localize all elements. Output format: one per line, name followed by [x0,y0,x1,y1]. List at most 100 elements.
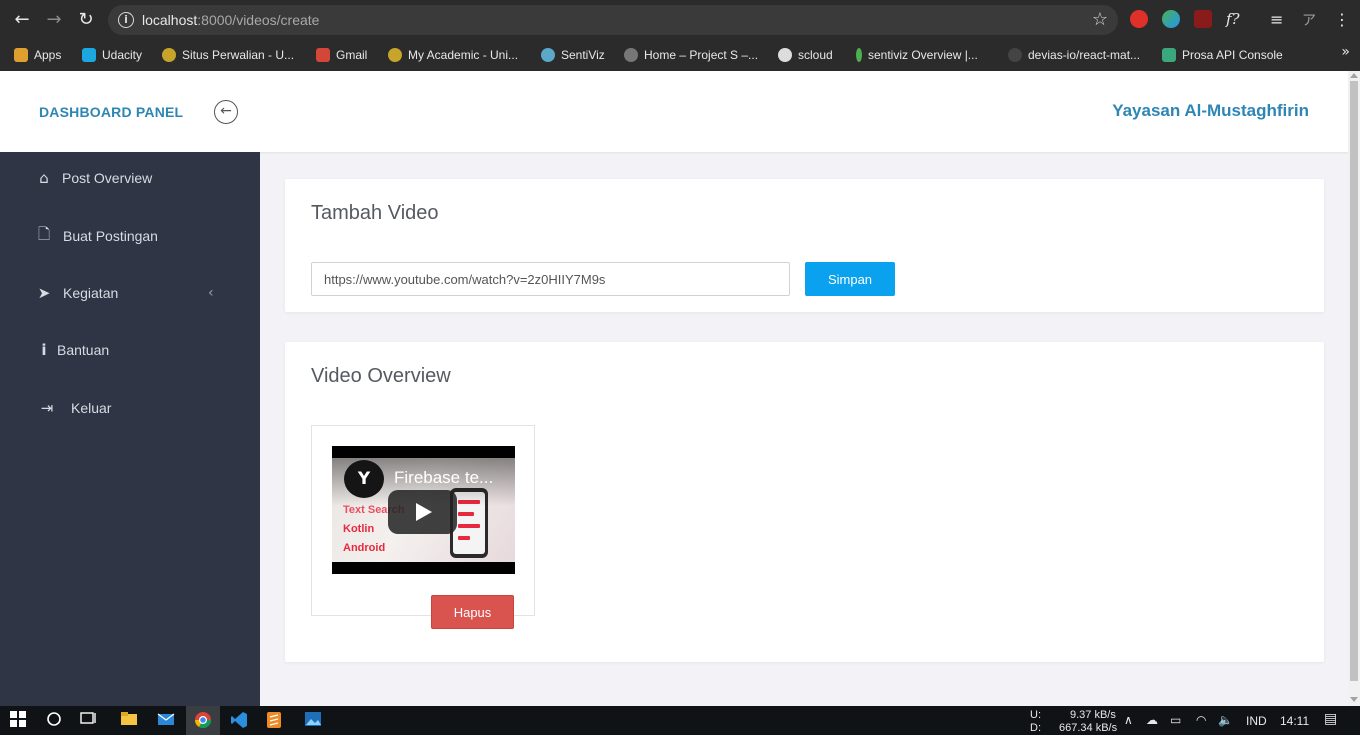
bookmark-udacity[interactable]: Udacity [82,45,142,65]
vscode-app-icon[interactable] [230,711,250,730]
windows-taskbar: U: D: 9.37 kB/s 667.34 kB/s ∧ ☁ ▭ ◠ 🔈 IN… [0,706,1360,735]
bookmark-apps[interactable]: Apps [14,45,61,65]
more-bookmarks-icon[interactable]: » [1341,44,1350,60]
action-center-icon[interactable]: ▤ [1324,711,1337,727]
sidebar-item-bantuan[interactable]: i Bantuan [0,330,260,370]
page-scrollbar[interactable] [1348,71,1360,706]
scroll-down-arrow-icon[interactable] [1350,697,1358,702]
circle-glyph [47,712,61,726]
channel-logo-icon[interactable]: Y [344,460,384,498]
video-title[interactable]: Firebase te... [394,468,493,488]
site-info-icon[interactable]: i [118,12,134,28]
bookmark-label: Udacity [102,48,143,62]
bookmark-label: Apps [34,48,62,62]
bookmark-gmail[interactable]: Gmail [316,45,367,65]
address-bar[interactable]: i localhost:8000/videos/create ☆ [108,5,1118,35]
volume-icon[interactable]: 🔈 [1218,713,1233,727]
bookmark-label: Gmail [336,48,368,62]
bookmark-scloud[interactable]: scloud [778,45,833,65]
tray-overflow-icon[interactable]: ∧ [1124,713,1133,727]
vscode-glyph [231,712,247,728]
formula-extension-icon[interactable]: f? [1226,10,1244,28]
bookmarks-bar: Apps Udacity Situs Perwalian - U... Gmai… [0,40,1360,71]
bookmark-home-project[interactable]: Home – Project S –... [624,45,758,65]
url-text[interactable]: localhost:8000/videos/create [142,12,319,28]
url-host: localhost [142,12,198,28]
phone-bar [458,536,470,540]
app-header: DASHBOARD PANEL ← Yayasan Al-Mustaghfiri… [0,71,1348,152]
save-button[interactable]: Simpan [805,262,895,296]
file-explorer-icon[interactable] [120,711,140,730]
chrome-app-icon[interactable] [194,711,214,730]
sidebar-item-label: Kegiatan [63,285,119,301]
sign-out-icon: ⇥ [40,399,54,417]
phone-bar [458,512,474,516]
video-overview-title: Video Overview [311,365,451,387]
sublime-app-icon[interactable] [266,711,286,730]
download-rate: 667.34 kB/s [1059,722,1118,734]
photos-app-icon[interactable] [304,711,324,730]
scroll-up-arrow-icon[interactable] [1350,73,1358,78]
bookmark-prosa-api[interactable]: Prosa API Console [1162,45,1283,65]
video-embed[interactable]: Text Search Kotlin Android Y Firebase te… [332,446,515,574]
sidebar: ⌂ Post Overview 🗋 Buat Postingan ➤ Kegia… [0,152,260,706]
bookmark-label: Home – Project S –... [644,48,759,62]
task-view-icon[interactable] [80,711,100,730]
mail-glyph [157,713,175,725]
sidebar-item-kegiatan[interactable]: ➤ Kegiatan ‹ [0,273,260,313]
cortana-search-icon[interactable] [46,711,66,730]
pdf-extension-icon[interactable] [1194,10,1212,28]
chrome-glyph [194,712,212,729]
windows-start-icon[interactable] [10,711,30,730]
browser-nav-row: ← → ↻ i localhost:8000/videos/create ☆ f… [0,0,1360,40]
bookmark-situs-perwalian[interactable]: Situs Perwalian - U... [162,45,294,65]
extension-colorful-icon[interactable] [1162,10,1180,28]
back-arrow-icon[interactable]: ← [10,8,34,32]
mail-app-icon[interactable] [157,711,177,730]
bookmark-label: devias-io/react-mat... [1028,48,1141,62]
info-icon: i [41,341,47,359]
leaf-icon [856,48,862,62]
sidebar-item-label: Post Overview [62,170,153,186]
video-item: Text Search Kotlin Android Y Firebase te… [311,425,535,629]
bookmark-label: Situs Perwalian - U... [182,48,295,62]
bookmark-devias-io[interactable]: devias-io/react-mat... [1008,45,1140,65]
media-queue-icon[interactable]: ≡ [1270,10,1288,29]
sublime-glyph [267,712,281,728]
upload-rate: 9.37 kB/s [1070,709,1116,721]
sidebar-item-buat-postingan[interactable]: 🗋 Buat Postingan [0,216,260,256]
battery-icon[interactable]: ▭ [1170,713,1181,727]
gear-icon [624,48,638,62]
bookmark-sentiviz-overview[interactable]: sentiviz Overview |... [856,45,978,65]
onedrive-cloud-icon[interactable]: ☁ [1146,713,1158,727]
language-indicator[interactable]: IND [1246,714,1267,728]
browser-menu-icon[interactable]: ⋮ [1330,8,1354,32]
bookmark-my-academic[interactable]: My Academic - Uni... [388,45,518,65]
clock[interactable]: 14:11 [1280,714,1309,728]
bookmark-label: SentiViz [561,48,605,62]
delete-video-button[interactable]: Hapus [431,595,514,629]
video-url-input[interactable] [311,262,790,296]
sidebar-item-keluar[interactable]: ⇥ Keluar [0,388,260,428]
scroll-thumb[interactable] [1350,81,1358,681]
bookmark-label: My Academic - Uni... [408,48,519,62]
globe-icon [778,48,792,62]
github-icon [1008,48,1022,62]
add-video-card: Tambah Video Simpan [285,179,1324,312]
forward-arrow-icon[interactable]: → [42,8,66,32]
translate-extension-icon[interactable]: ア [1302,10,1320,29]
wifi-icon[interactable]: ◠ [1196,713,1206,727]
bookmark-star-icon[interactable]: ☆ [1092,9,1108,30]
sidebar-item-label: Bantuan [57,342,110,358]
play-button[interactable] [388,490,457,534]
extension-red-icon[interactable] [1130,10,1148,28]
udacity-icon [82,48,96,62]
sidebar-toggle-icon[interactable]: ← [214,100,238,124]
upload-label: U: [1030,709,1041,721]
sidebar-item-post-overview[interactable]: ⌂ Post Overview [0,158,260,198]
university-seal-icon [388,48,402,62]
dashboard-brand[interactable]: DASHBOARD PANEL [39,104,183,120]
reload-icon[interactable]: ↻ [74,8,98,32]
home-icon: ⌂ [39,169,49,187]
bookmark-sentiviz[interactable]: SentiViz [541,45,605,65]
